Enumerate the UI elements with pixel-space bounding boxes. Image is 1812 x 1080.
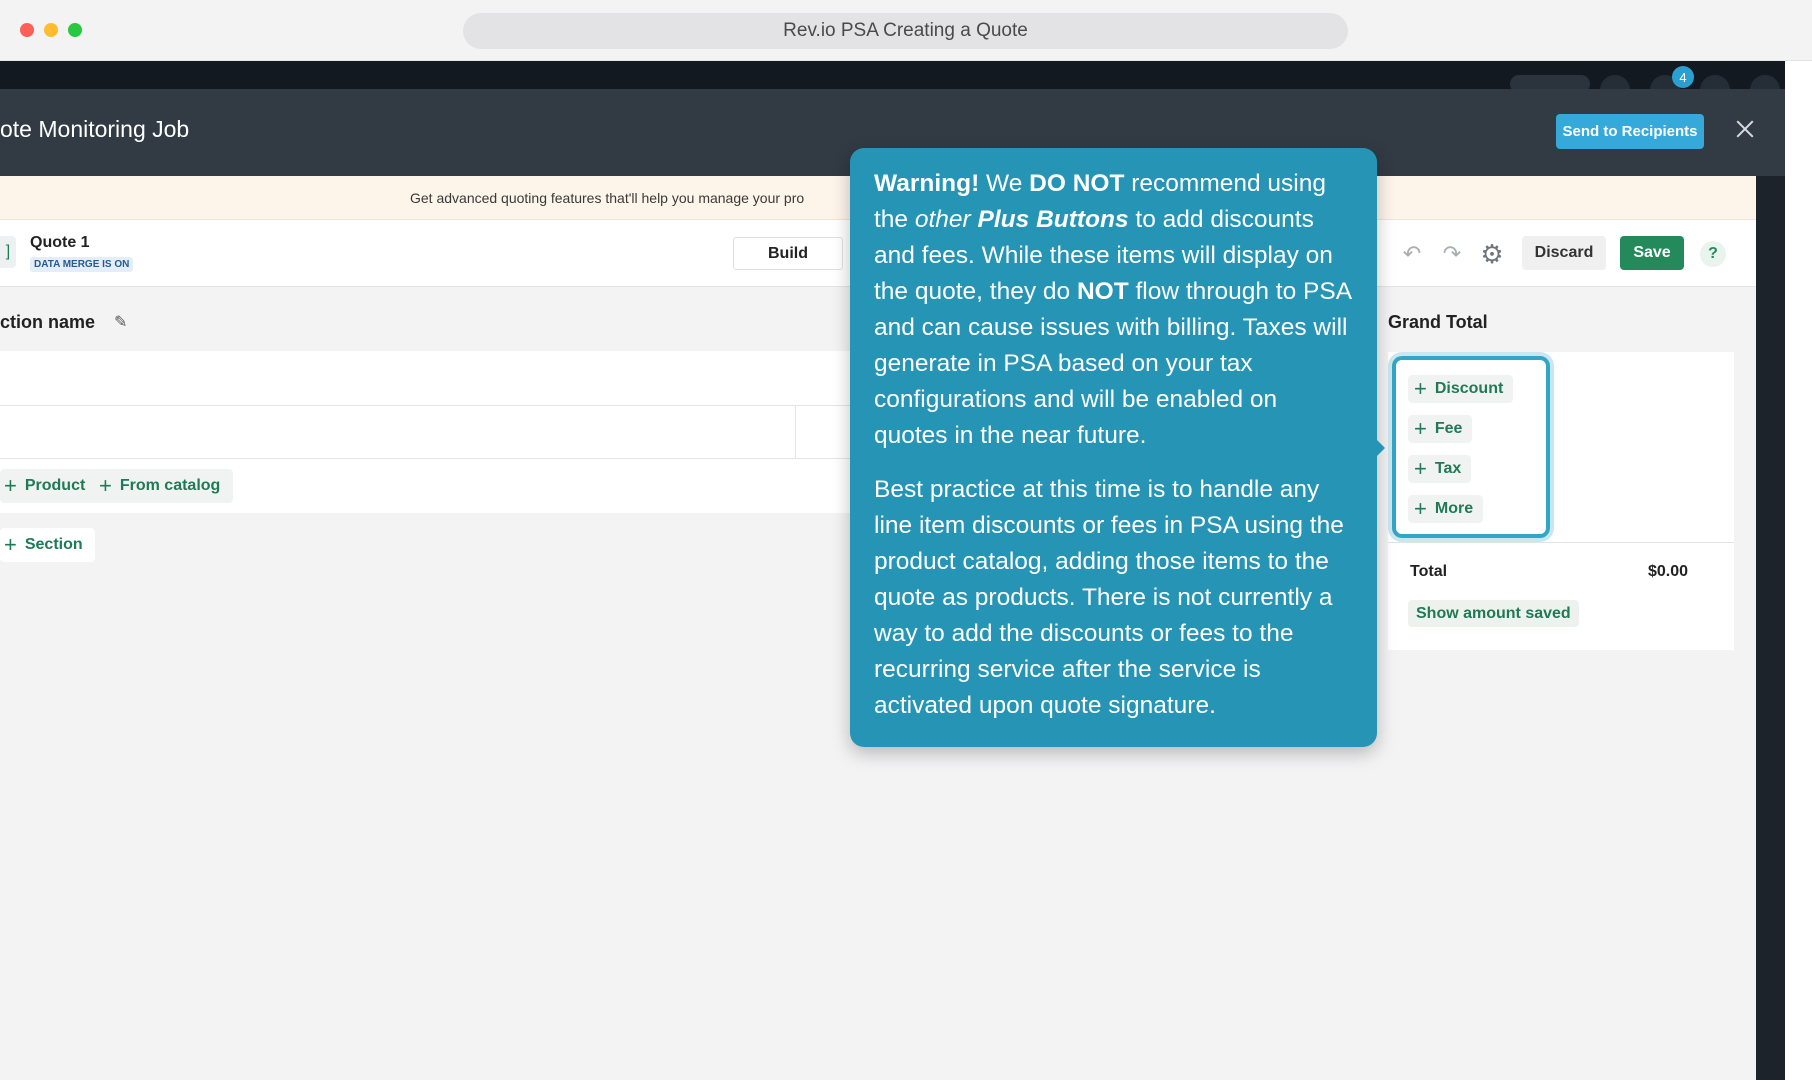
browser-titlebar: Rev.io PSA Creating a Quote (0, 0, 1812, 61)
discard-button[interactable]: Discard (1522, 236, 1606, 270)
add-fee-button[interactable]: + Fee (1408, 415, 1473, 443)
tooltip-emphasis: Plus Buttons (977, 206, 1129, 233)
line-item-row (0, 406, 860, 459)
plus-icon: + (99, 473, 112, 498)
tab-build[interactable]: Build (733, 237, 843, 270)
grand-total-title: Grand Total (1388, 312, 1488, 332)
warning-label: Warning! (874, 170, 980, 197)
undo-icon[interactable]: ↶ (1398, 240, 1426, 268)
tooltip-paragraph: Warning! We DO NOT recommend using the o… (874, 166, 1355, 454)
address-bar[interactable]: Rev.io PSA Creating a Quote (463, 13, 1348, 49)
show-amount-saved-button[interactable]: Show amount saved (1408, 600, 1579, 627)
banner-text: Get advanced quoting features that'll he… (410, 190, 805, 206)
browser-window: Rev.io PSA Creating a Quote 4 ote Monito… (0, 0, 1812, 1080)
add-product-button[interactable]: + Product (0, 469, 96, 503)
tooltip-italic: other (914, 206, 971, 233)
tax-label: Tax (1434, 460, 1462, 477)
add-more-button[interactable]: + More (1408, 495, 1484, 523)
warning-tooltip: Warning! We DO NOT recommend using the o… (850, 148, 1377, 747)
tooltip-text: We (979, 170, 1030, 197)
total-value: $0.00 (1648, 563, 1689, 580)
help-icon[interactable]: ? (1700, 241, 1726, 267)
more-label: More (1434, 500, 1474, 517)
tooltip-emphasis: NOT (1076, 278, 1129, 305)
discount-label: Discount (1434, 380, 1504, 397)
notification-badge: 4 (1672, 66, 1694, 88)
plus-icon: + (4, 473, 17, 498)
column-divider (795, 406, 796, 459)
send-to-recipients-button[interactable]: Send to Recipients (1556, 114, 1704, 149)
sidebar-toggle[interactable]: ] (0, 236, 16, 268)
add-section-button[interactable]: + Section (0, 528, 95, 562)
pencil-icon[interactable]: ✎ (114, 312, 127, 332)
line-item-row (0, 351, 860, 406)
quote-name: Quote 1 (30, 234, 90, 251)
plus-icon: + (1414, 456, 1427, 481)
from-catalog-label: From catalog (119, 477, 221, 494)
redo-icon[interactable]: ↷ (1438, 240, 1466, 268)
close-window-button[interactable] (20, 23, 34, 37)
close-icon[interactable] (1732, 116, 1758, 142)
add-discount-button[interactable]: + Discount (1408, 375, 1514, 403)
total-label: Total (1410, 563, 1448, 580)
gear-icon[interactable]: ⚙ (1478, 239, 1506, 269)
tooltip-emphasis: DO NOT (1029, 170, 1125, 197)
tooltip-arrow (1376, 439, 1385, 457)
fee-label: Fee (1434, 420, 1463, 437)
save-button[interactable]: Save (1620, 236, 1684, 270)
window-edge (1785, 61, 1812, 1080)
add-tax-button[interactable]: + Tax (1408, 455, 1472, 483)
maximize-window-button[interactable] (68, 23, 82, 37)
add-section-label: Section (24, 536, 83, 553)
modal-title: ote Monitoring Job (0, 116, 190, 142)
plus-icon: + (1414, 376, 1427, 401)
tooltip-paragraph: Best practice at this time is to handle … (874, 476, 1344, 719)
divider (1388, 542, 1734, 543)
plus-icon: + (4, 532, 17, 557)
data-merge-badge: DATA MERGE IS ON (30, 257, 134, 272)
section-name[interactable]: ction name (0, 312, 95, 333)
add-product-label: Product (24, 477, 86, 494)
minimize-window-button[interactable] (44, 23, 58, 37)
plus-icon: + (1414, 496, 1427, 521)
add-from-catalog-button[interactable]: + From catalog (91, 469, 234, 503)
plus-icon: + (1414, 416, 1427, 441)
